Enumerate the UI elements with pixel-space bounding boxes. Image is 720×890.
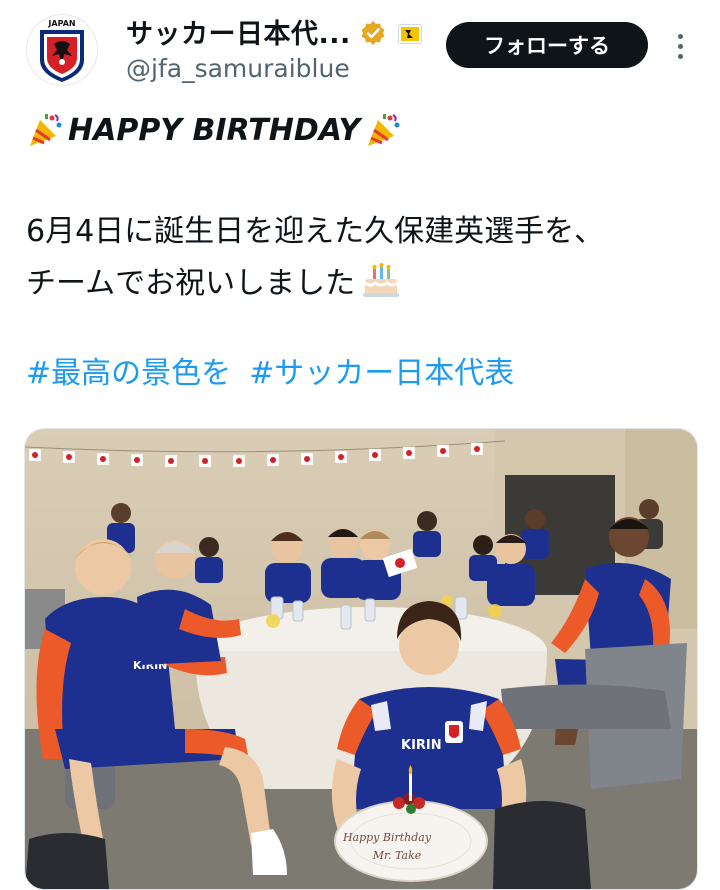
avatar[interactable]: JAPAN: [26, 14, 98, 86]
verified-badge-icon[interactable]: [360, 20, 386, 46]
display-name[interactable]: サッカー日本代...: [126, 12, 351, 51]
cake-icon: [363, 263, 400, 297]
team-birthday-photo: KIRIN KIRIN Happy Birthday Mr. Take: [25, 429, 697, 889]
plate-text-1: Happy Birthday: [342, 831, 432, 844]
dot: [677, 53, 683, 59]
svg-text:KIRIN: KIRIN: [401, 738, 442, 753]
account-handle[interactable]: @jfa_samuraiblue: [126, 54, 350, 83]
tweet-line-2: チームでお祝いしました: [26, 266, 356, 301]
tweet-line-1: 6月4日に誕生日を迎えた久保建英選手を、: [26, 214, 605, 249]
dot: [677, 43, 683, 49]
affiliate-badge-icon[interactable]: [398, 24, 422, 44]
hashtag-link[interactable]: #サッカー日本代表: [249, 348, 514, 392]
plate-text-2: Mr. Take: [372, 849, 422, 862]
follow-button[interactable]: フォローする: [446, 22, 648, 68]
dot: [677, 33, 683, 39]
svg-text:JAPAN: JAPAN: [47, 19, 75, 28]
jfa-emblem-icon: JAPAN: [40, 19, 84, 82]
post-photo[interactable]: KIRIN KIRIN Happy Birthday Mr. Take: [24, 428, 698, 890]
party-popper-icon: [30, 114, 62, 146]
tweet-line-2-row: チームでお祝いしました: [26, 258, 401, 302]
post-header: JAPAN サッカー日本代... @jfa_samuraiblue フォローする: [0, 0, 720, 100]
more-options-icon[interactable]: [668, 28, 692, 64]
hashtags: #最高の景色を #サッカー日本代表: [26, 348, 514, 392]
affiliate-logo-icon: [401, 27, 419, 41]
party-popper-icon: [368, 114, 400, 146]
birthday-heading: HAPPY BIRTHDAY: [68, 112, 361, 148]
hashtag-link[interactable]: #最高の景色を: [26, 348, 231, 392]
birthday-heading-line: HAPPY BIRTHDAY: [26, 112, 402, 148]
